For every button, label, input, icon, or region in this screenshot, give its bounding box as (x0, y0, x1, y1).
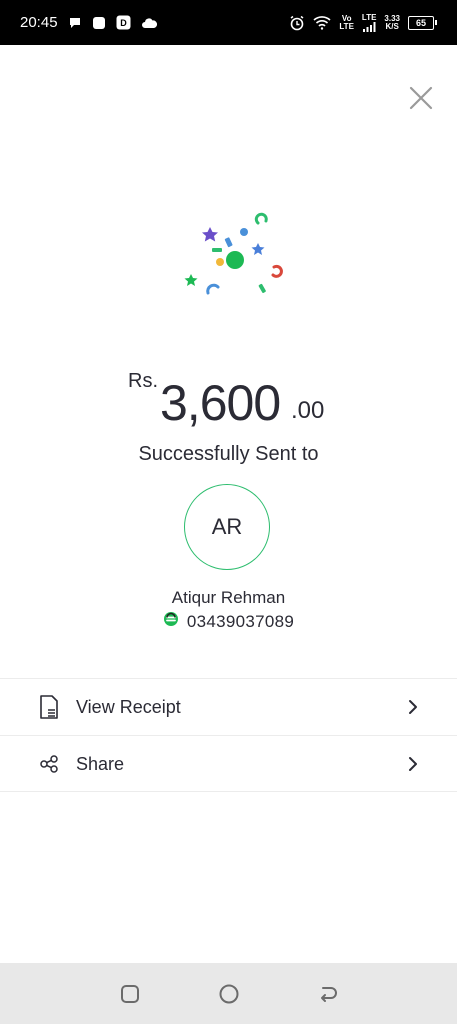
phone-number: 03439037089 (186, 611, 295, 631)
signal-icon: LTE (362, 13, 376, 32)
app-square-icon (92, 16, 106, 30)
share-button[interactable]: Share (0, 736, 457, 792)
back-icon (320, 986, 337, 1002)
share-icon (38, 752, 60, 776)
chevron-right-icon (405, 699, 421, 715)
avatar: AR (184, 484, 270, 570)
app-d-icon: D (116, 15, 131, 30)
recents-icon (120, 984, 139, 1003)
recipient-name: Atiqur Rehman (171, 588, 286, 607)
currency-label: Rs. (128, 370, 158, 392)
wifi-icon (313, 15, 331, 30)
status-message: Successfully Sent to (138, 443, 319, 465)
amount-display: Rs. 3,600 .00 (0, 366, 457, 436)
view-receipt-button[interactable]: View Receipt (0, 679, 457, 735)
recipient-phone: 03439037089 (0, 611, 457, 632)
chevron-right-icon (405, 756, 421, 772)
battery-icon: 65 (408, 15, 437, 30)
home-icon (219, 984, 238, 1003)
alarm-icon (289, 15, 305, 31)
amount-decimal: .00 (291, 397, 325, 424)
status-time: 20:45 (20, 14, 58, 31)
cloud-icon (141, 17, 157, 29)
home-button[interactable] (216, 981, 242, 1007)
close-icon (409, 86, 433, 110)
back-button[interactable] (315, 981, 341, 1007)
status-bar: 20:45 D Vo LTE LTE 3.33 K/S 65 (0, 0, 457, 45)
system-navigation-bar (0, 963, 457, 1024)
svg-text:D: D (120, 18, 127, 28)
amount-value: 3,600 (160, 375, 281, 431)
network-speed: 3.33 K/S (384, 13, 400, 31)
share-label: Share (76, 753, 125, 774)
wallet-logo-icon (163, 611, 179, 632)
recents-button[interactable] (117, 981, 143, 1007)
chat-bubble-icon (68, 16, 82, 30)
confetti-icon (180, 205, 290, 305)
receipt-icon (38, 695, 60, 719)
view-receipt-label: View Receipt (76, 696, 181, 717)
volte-indicator: Vo LTE (339, 13, 354, 31)
close-button[interactable] (406, 83, 436, 113)
divider (0, 791, 457, 792)
